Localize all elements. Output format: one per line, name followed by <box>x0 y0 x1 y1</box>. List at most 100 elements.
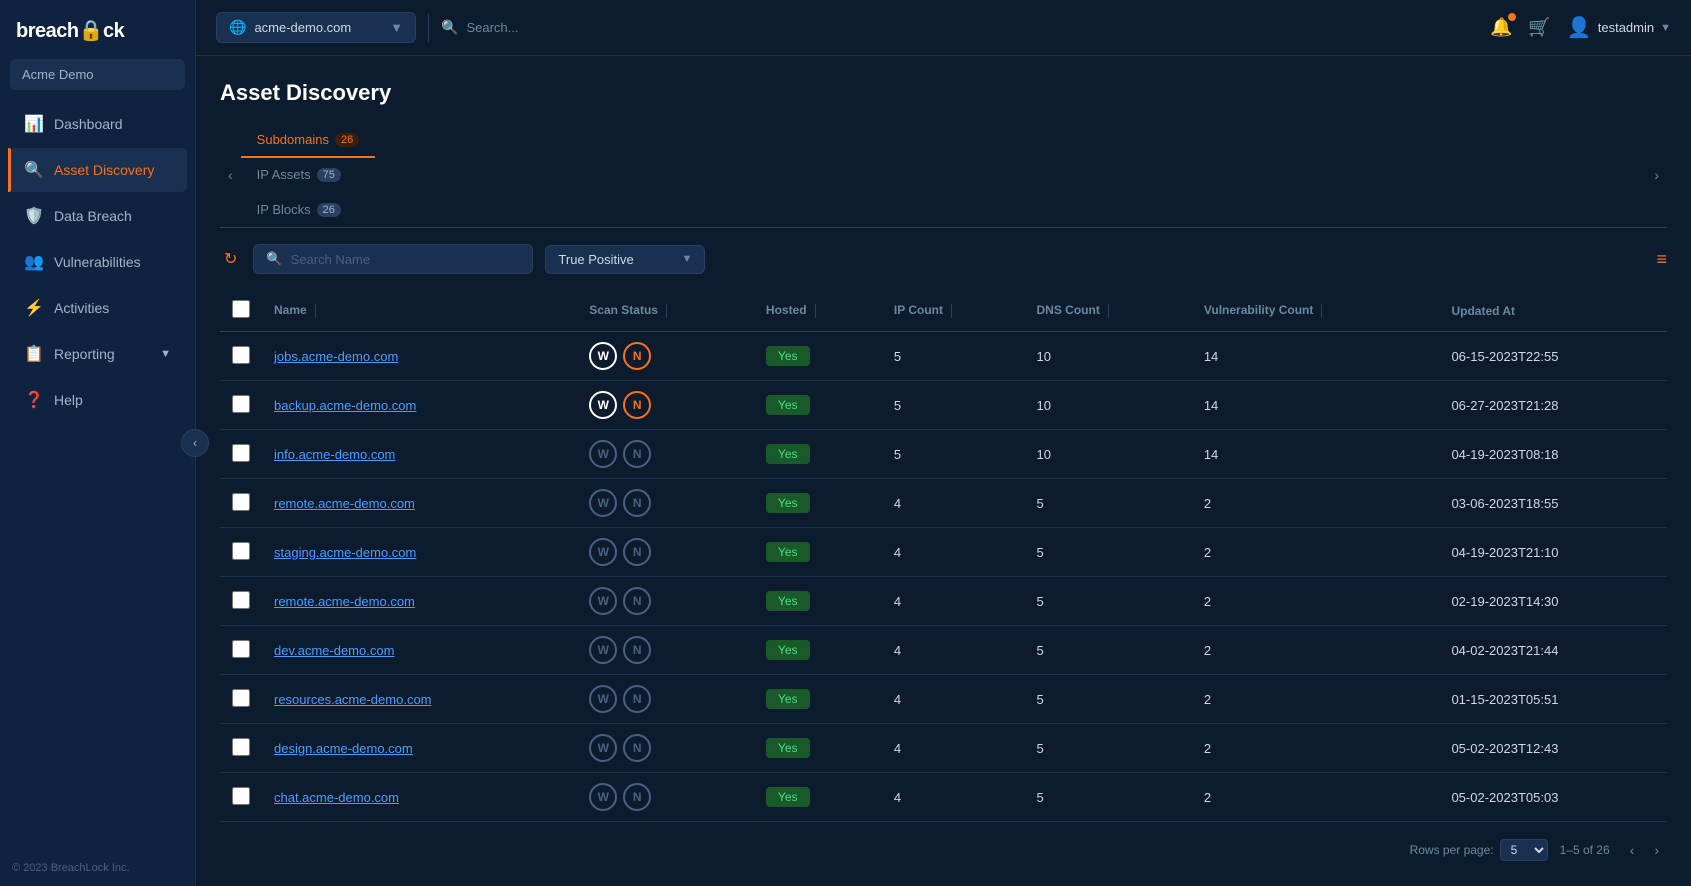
notification-badge <box>1508 13 1516 21</box>
filter-chevron-icon: ▼ <box>682 253 693 265</box>
row-checkbox[interactable] <box>232 689 250 707</box>
name-search[interactable]: 🔍 <box>253 244 533 274</box>
row-checkbox[interactable] <box>232 640 250 658</box>
table-row: resources.acme-demo.comWNYes45201-15-202… <box>220 675 1667 724</box>
activities-label: Activities <box>54 300 109 316</box>
vulnerabilities-icon: 👥 <box>24 252 44 272</box>
tab-ip-assets[interactable]: IP Assets75 <box>241 157 376 192</box>
tab-badge: 26 <box>335 133 359 147</box>
scan-icons: WN <box>589 587 742 615</box>
subdomain-link[interactable]: chat.acme-demo.com <box>274 790 399 805</box>
sidebar-item-data-breach[interactable]: 🛡️Data Breach <box>8 194 187 238</box>
notifications-button[interactable]: 🔔 <box>1490 17 1512 38</box>
subdomain-link[interactable]: staging.acme-demo.com <box>274 545 416 560</box>
search-input[interactable] <box>291 252 521 267</box>
dashboard-icon: 📊 <box>24 114 44 134</box>
row-vulnerability-count: 14 <box>1192 332 1440 381</box>
select-all-col <box>220 290 262 332</box>
row-dns-count: 10 <box>1025 430 1192 479</box>
rows-per-page-select[interactable]: 5 10 25 <box>1500 839 1548 861</box>
subdomain-link[interactable]: remote.acme-demo.com <box>274 594 415 609</box>
sidebar-item-reporting[interactable]: 📋Reporting▼ <box>8 332 187 376</box>
select-all-checkbox[interactable] <box>232 300 250 318</box>
row-hosted: Yes <box>754 381 882 430</box>
page-title: Asset Discovery <box>220 80 1667 106</box>
subdomain-link[interactable]: backup.acme-demo.com <box>274 398 416 413</box>
subdomain-link[interactable]: info.acme-demo.com <box>274 447 395 462</box>
help-icon: ❓ <box>24 390 44 410</box>
table-row: chat.acme-demo.comWNYes45205-02-2023T05:… <box>220 773 1667 822</box>
table-header-row: Name Scan Status Hosted IP Count DNS Cou… <box>220 290 1667 332</box>
content-area: Asset Discovery ‹ Subdomains 26 IP Assets7… <box>196 56 1691 886</box>
sidebar-item-activities[interactable]: ⚡Activities <box>8 286 187 330</box>
prev-page-button[interactable]: ‹ <box>1622 838 1643 862</box>
next-page-button[interactable]: › <box>1646 838 1667 862</box>
subdomain-link[interactable]: dev.acme-demo.com <box>274 643 394 658</box>
sidebar-item-help[interactable]: ❓Help <box>8 378 187 422</box>
tab-prev-button[interactable]: ‹ <box>220 159 241 191</box>
sidebar-item-dashboard[interactable]: 📊 Dashboard <box>8 102 187 146</box>
subdomain-link[interactable]: jobs.acme-demo.com <box>274 349 398 364</box>
domain-label: acme-demo.com <box>254 20 351 35</box>
tab-subdomains[interactable]: Subdomains 26 <box>241 122 376 157</box>
sidebar-collapse-button[interactable]: ‹ <box>181 429 209 457</box>
row-name: dev.acme-demo.com <box>262 626 577 675</box>
row-dns-count: 5 <box>1025 724 1192 773</box>
column-menu-icon[interactable]: ≡ <box>1656 249 1667 269</box>
dashboard-label: Dashboard <box>54 116 123 132</box>
row-checkbox-cell <box>220 773 262 822</box>
user-menu[interactable]: 👤 testadmin ▼ <box>1567 15 1671 40</box>
topbar: 🌐 acme-demo.com ▼ 🔍 Search... 🔔 🛒 👤 test… <box>196 0 1691 56</box>
table-row: design.acme-demo.comWNYes45205-02-2023T1… <box>220 724 1667 773</box>
filter-dropdown[interactable]: True Positive ▼ <box>545 245 705 274</box>
search-icon: 🔍 <box>441 19 458 36</box>
workspace-selector[interactable]: Acme Demo <box>10 59 185 90</box>
global-search[interactable]: 🔍 Search... <box>441 19 1478 36</box>
toolbar-right: ≡ <box>1656 249 1667 270</box>
topbar-divider <box>428 14 429 42</box>
subdomain-link[interactable]: remote.acme-demo.com <box>274 496 415 511</box>
row-updated-at: 05-02-2023T12:43 <box>1439 724 1667 773</box>
row-name: resources.acme-demo.com <box>262 675 577 724</box>
row-checkbox[interactable] <box>232 591 250 609</box>
subdomain-link[interactable]: resources.acme-demo.com <box>274 692 432 707</box>
row-vulnerability-count: 2 <box>1192 675 1440 724</box>
cart-icon[interactable]: 🛒 <box>1528 17 1550 38</box>
tab-label: Subdomains <box>257 132 329 147</box>
page-navigation: ‹ › <box>1622 838 1667 862</box>
row-hosted: Yes <box>754 773 882 822</box>
row-ip-count: 4 <box>882 773 1025 822</box>
scan-icons: WN <box>589 783 742 811</box>
domain-selector[interactable]: 🌐 acme-demo.com ▼ <box>216 12 416 43</box>
row-updated-at: 04-19-2023T21:10 <box>1439 528 1667 577</box>
scan-n-badge: N <box>623 489 651 517</box>
col-scan-status: Scan Status <box>577 290 754 332</box>
refresh-button[interactable]: ↻ <box>220 245 241 273</box>
row-ip-count: 4 <box>882 675 1025 724</box>
scan-icons: WN <box>589 734 742 762</box>
row-name: design.acme-demo.com <box>262 724 577 773</box>
data-table: Name Scan Status Hosted IP Count DNS Cou… <box>220 290 1667 826</box>
row-checkbox[interactable] <box>232 395 250 413</box>
tab-ip-blocks[interactable]: IP Blocks26 <box>241 192 376 227</box>
search-icon: 🔍 <box>266 251 282 267</box>
sidebar-item-vulnerabilities[interactable]: 👥Vulnerabilities <box>8 240 187 284</box>
tabs: ‹ Subdomains 26 IP Assets75IP Blocks26 › <box>220 122 1667 228</box>
subdomain-link[interactable]: design.acme-demo.com <box>274 741 413 756</box>
row-scan-status: WN <box>577 479 754 528</box>
row-checkbox[interactable] <box>232 444 250 462</box>
row-ip-count: 5 <box>882 381 1025 430</box>
row-checkbox[interactable] <box>232 738 250 756</box>
row-checkbox[interactable] <box>232 346 250 364</box>
tab-next-button[interactable]: › <box>1646 159 1667 191</box>
tabs-list: Subdomains 26 IP Assets75IP Blocks26 <box>241 122 376 227</box>
row-checkbox[interactable] <box>232 493 250 511</box>
row-dns-count: 5 <box>1025 479 1192 528</box>
logo: breach🔒ck <box>0 0 195 55</box>
row-checkbox[interactable] <box>232 542 250 560</box>
row-checkbox[interactable] <box>232 787 250 805</box>
scan-n-badge: N <box>623 538 651 566</box>
row-hosted: Yes <box>754 626 882 675</box>
sidebar-item-asset-discovery[interactable]: 🔍Asset Discovery <box>8 148 187 192</box>
scan-w-badge: W <box>589 783 617 811</box>
